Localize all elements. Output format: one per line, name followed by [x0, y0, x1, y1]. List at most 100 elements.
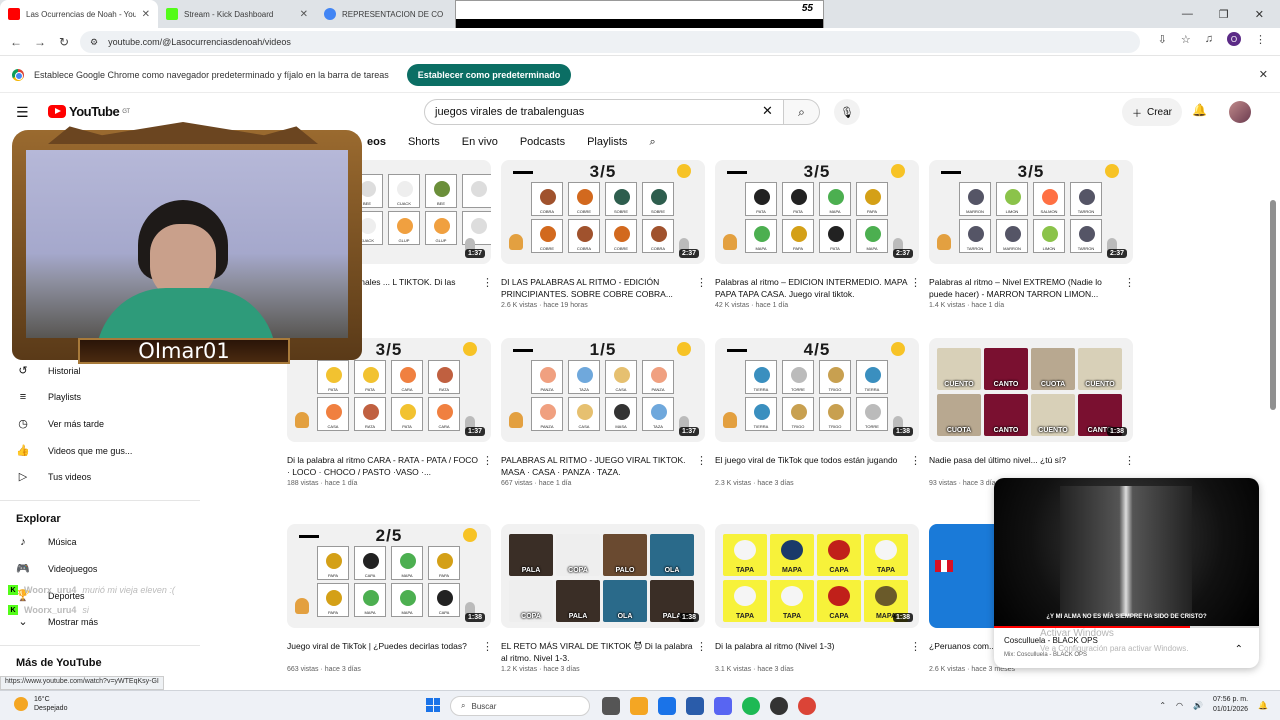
sidebar-item-your-videos[interactable]: ▷ Tus videos: [16, 470, 91, 483]
sidebar-item-liked[interactable]: 👍 Videos que me gus...: [16, 444, 132, 457]
video-thumbnail[interactable]: 3/5▬▬2:37: [715, 160, 919, 264]
chrome-taskbar-icon[interactable]: [798, 697, 816, 715]
video-title[interactable]: El juego viral de TikTok que todos están…: [715, 454, 911, 478]
close-icon[interactable]: ✕: [1259, 68, 1268, 81]
search-input[interactable]: juegos virales de trabalenguas: [424, 99, 784, 125]
copilot-icon[interactable]: [630, 697, 648, 715]
tab-podcasts[interactable]: Podcasts: [509, 136, 576, 149]
clock[interactable]: 07:56 p. m. 01/01/2026: [1213, 695, 1248, 715]
more-options-icon[interactable]: ⋮: [696, 454, 707, 467]
sidebar-item-gaming[interactable]: 🎮 Videojuegos: [16, 562, 97, 575]
task-view-icon[interactable]: [602, 697, 620, 715]
close-icon[interactable]: ✕: [142, 9, 150, 20]
restore-icon[interactable]: ❐: [1219, 8, 1229, 21]
channel-search-icon[interactable]: ⌕: [638, 136, 666, 149]
store-icon[interactable]: [686, 697, 704, 715]
avatar[interactable]: [1229, 101, 1251, 123]
notification-bell-icon[interactable]: 🔔: [1258, 701, 1268, 710]
video-title[interactable]: Di la palabra al ritmo (Nivel 1-3): [715, 640, 911, 664]
sidebar-item-watch-later[interactable]: ◷ Ver más tarde: [16, 417, 104, 430]
video-title[interactable]: Nadie pasa del último nivel... ¿tú sí?: [929, 454, 1125, 478]
video-thumbnail[interactable]: PALA COPA PALO OLA COPA PALA OLA PALA 1:38: [501, 524, 705, 628]
video-title[interactable]: Palabras al ritmo – EDICION INTERMEDIO. …: [715, 276, 911, 300]
taskbar-search[interactable]: ⌕ Buscar: [450, 696, 590, 716]
obs-icon[interactable]: [770, 697, 788, 715]
sidebar-item-playlists[interactable]: ≡ Playlists: [16, 391, 81, 403]
bookmark-star-icon[interactable]: ☆: [1181, 33, 1191, 46]
site-info-icon[interactable]: ⚙: [90, 37, 98, 48]
tab-kick[interactable]: Stream - Kick Dashboard ✕: [158, 0, 316, 28]
more-options-icon[interactable]: ⋮: [1124, 454, 1135, 467]
media-icon[interactable]: ♫: [1205, 33, 1213, 45]
video-thumbnail[interactable]: 4/5▬▬1:38: [715, 338, 919, 442]
edge-icon[interactable]: [658, 697, 676, 715]
notifications-bell-icon[interactable]: 🔔: [1192, 103, 1207, 117]
chick-character-icon: [295, 412, 309, 428]
video-thumbnail[interactable]: 3/5▬▬2:37: [501, 160, 705, 264]
video-meta: 3.1 K vistas · hace 3 días: [715, 666, 794, 673]
mini-player[interactable]: ¿Y MI ALMA NO ES MÍA SIEMPRE HA SIDO DE …: [994, 478, 1259, 668]
tab-google[interactable]: REPRESENTACION DE CO: [316, 0, 474, 28]
video-title[interactable]: DI LAS PALABRAS AL RITMO - EDICIÓN PRINC…: [501, 276, 697, 300]
more-options-icon[interactable]: ⋮: [910, 276, 921, 289]
install-icon[interactable]: ⇩: [1158, 33, 1167, 46]
close-icon[interactable]: ✕: [300, 9, 308, 20]
url-field[interactable]: ⚙ youtube.com/@Lasocurrenciasdenoah/vide…: [80, 31, 1140, 53]
scrollbar[interactable]: [1270, 200, 1276, 410]
video-title[interactable]: Di la palabra al ritmo CARA - RATA - PAT…: [287, 454, 483, 478]
windows-start-icon[interactable]: [426, 698, 440, 712]
chevron-up-icon[interactable]: ⌃: [1235, 644, 1243, 655]
video-meta: 2.3 K vistas · hace 3 días: [715, 480, 794, 487]
plus-icon: ＋: [1132, 108, 1142, 120]
close-window-icon[interactable]: ✕: [1255, 8, 1264, 21]
player-progress-bar[interactable]: [994, 626, 1259, 628]
video-title[interactable]: PALABRAS AL RITMO - JUEGO VIRAL TIKTOK. …: [501, 454, 697, 478]
tab-live[interactable]: En vivo: [451, 136, 509, 149]
more-options-icon[interactable]: ⋮: [482, 640, 493, 653]
tab-shorts[interactable]: Shorts: [397, 136, 451, 149]
profile-avatar[interactable]: O: [1227, 32, 1241, 46]
video-title[interactable]: Palabras al ritmo – Nivel EXTREMO (Nadie…: [929, 276, 1125, 300]
thumbnail-tile: COPA: [509, 580, 553, 622]
tab-youtube[interactable]: Las Ocurrencias de Noah - YouT ✕: [0, 0, 158, 28]
video-thumbnail[interactable]: 1/5▬▬1:37: [501, 338, 705, 442]
voice-search-button[interactable]: 🎙: [834, 99, 860, 125]
tab-playlists[interactable]: Playlists: [576, 136, 638, 149]
minimize-icon[interactable]: —: [1182, 8, 1193, 20]
discord-icon[interactable]: [714, 697, 732, 715]
more-options-icon[interactable]: ⋮: [910, 640, 921, 653]
forward-icon[interactable]: →: [28, 35, 52, 49]
chevron-up-icon[interactable]: ⌃: [1159, 701, 1166, 710]
clear-search-icon[interactable]: ✕: [762, 103, 773, 119]
more-options-icon[interactable]: ⋮: [910, 454, 921, 467]
youtube-logo[interactable]: YouTube GT: [48, 104, 130, 119]
spotify-icon[interactable]: [742, 697, 760, 715]
menu-dots-icon[interactable]: ⋮: [1255, 33, 1266, 46]
volume-icon[interactable]: 🔊: [1193, 701, 1203, 710]
more-options-icon[interactable]: ⋮: [1124, 276, 1135, 289]
wifi-icon[interactable]: ◠: [1176, 701, 1183, 710]
music-icon: ♪: [20, 536, 26, 548]
windows-watermark: Activar Windows: [1040, 628, 1114, 639]
search-button[interactable]: ⌕: [784, 99, 820, 125]
sidebar-item-show-more[interactable]: ⌄ Mostrar más: [16, 615, 98, 628]
video-title[interactable]: EL RETO MÁS VIRAL DE TIKTOK 😈 Di la pala…: [501, 640, 697, 664]
set-default-button[interactable]: Establecer como predeterminado: [406, 63, 572, 86]
thumbnail-tile: [425, 211, 457, 245]
video-title[interactable]: Juego viral de TikTok | ¿Puedes decirlas…: [287, 640, 483, 664]
video-thumbnail[interactable]: 3/5▬▬2:37: [929, 160, 1133, 264]
more-options-icon[interactable]: ⋮: [696, 640, 707, 653]
hamburger-menu-icon[interactable]: ☰: [16, 104, 29, 121]
more-options-icon[interactable]: ⋮: [696, 276, 707, 289]
create-button[interactable]: ＋ Crear: [1122, 98, 1183, 126]
video-thumbnail[interactable]: CUENTO CANTO CUOTA CUENTO CUOTA CANTO CUENTO CA…: [929, 338, 1133, 442]
reload-icon[interactable]: ↻: [52, 35, 76, 49]
more-options-icon[interactable]: ⋮: [482, 276, 493, 289]
more-options-icon[interactable]: ⋮: [482, 454, 493, 467]
video-icon: ▷: [18, 471, 28, 483]
video-thumbnail[interactable]: 2/5▬▬1:38: [287, 524, 491, 628]
back-icon[interactable]: ←: [4, 35, 28, 49]
sidebar-item-music[interactable]: ♪ Música: [16, 536, 76, 548]
video-thumbnail[interactable]: TAPA MAPA CAPA TAPA TAPA TAPA CAPA MAPA 1:38: [715, 524, 919, 628]
weather-widget[interactable]: 16°C Despejado: [14, 695, 67, 713]
